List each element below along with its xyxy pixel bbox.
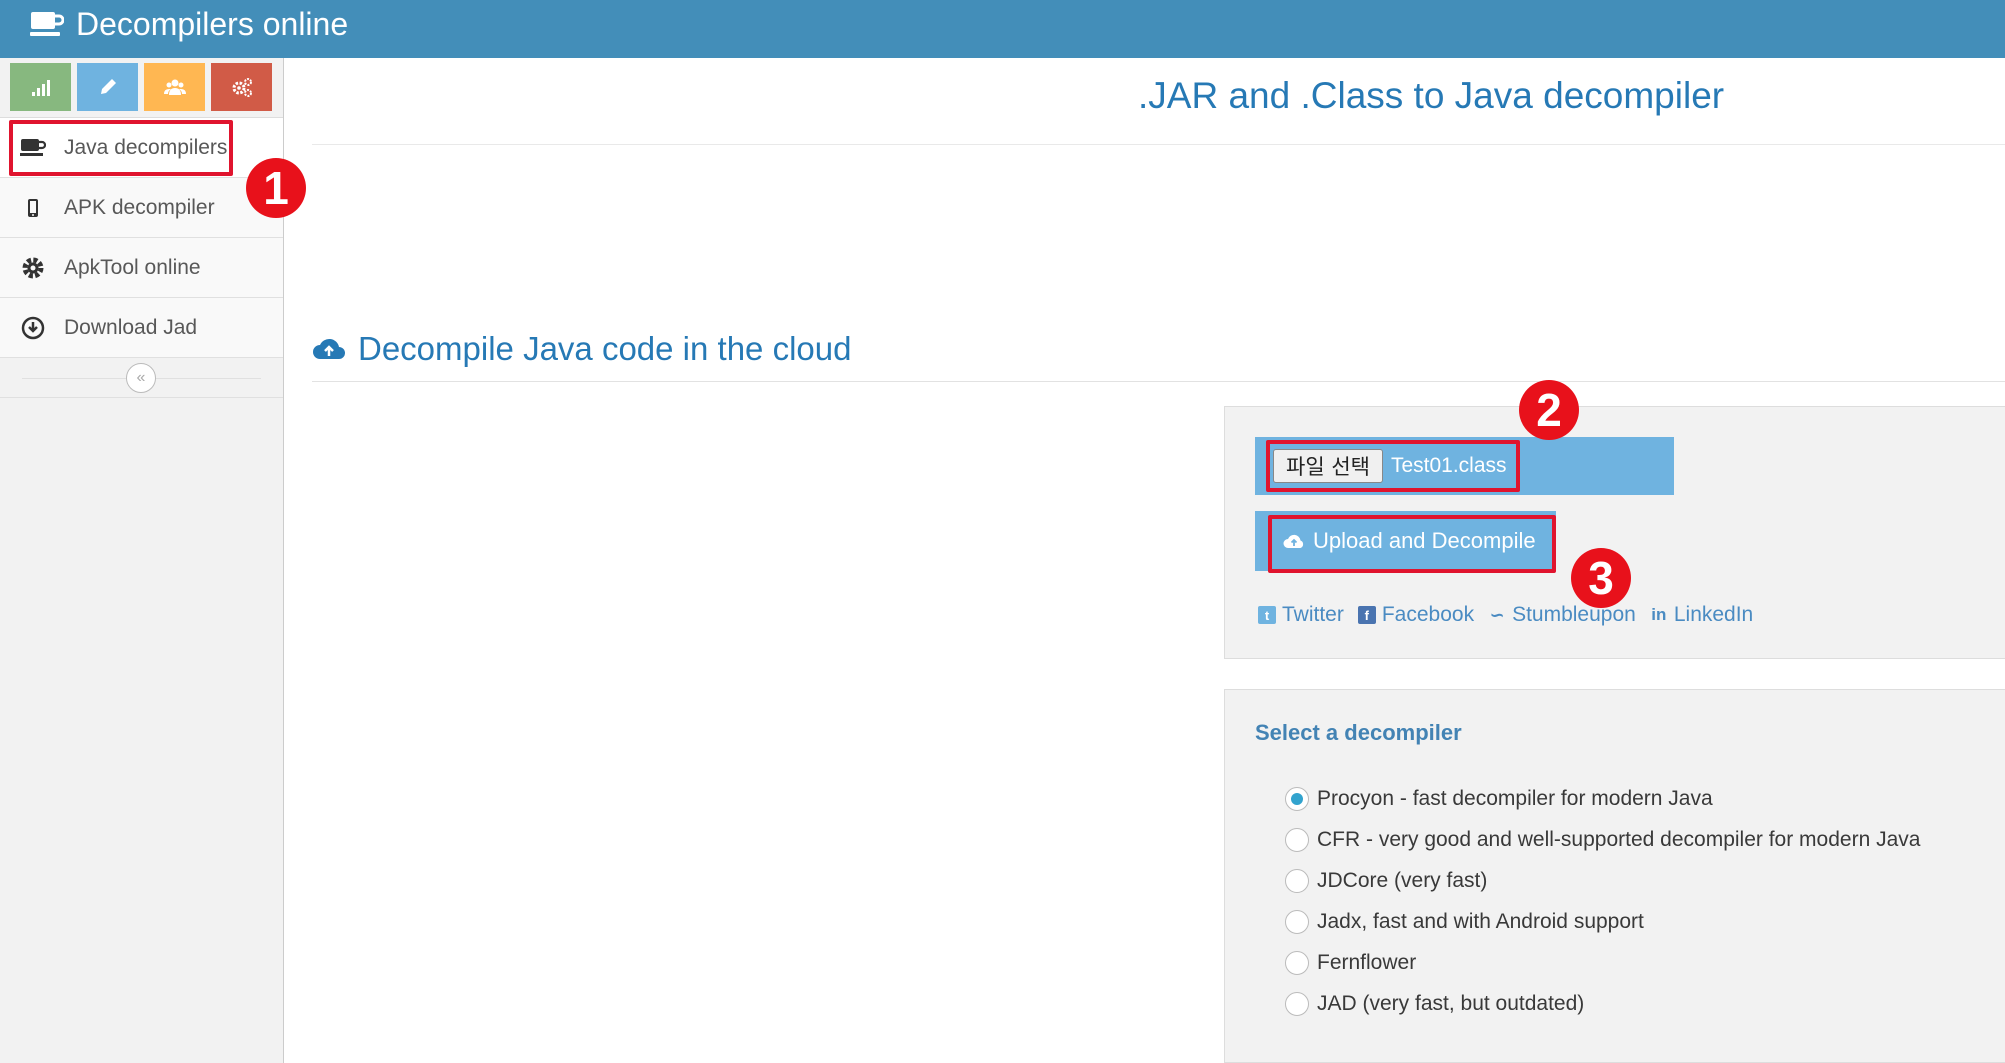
share-label: LinkedIn xyxy=(1673,603,1754,626)
decompiler-option-jdcore[interactable]: JDCore (very fast) xyxy=(1285,860,1920,901)
sidebar-collapse-row: « xyxy=(0,358,283,398)
shortcut-users-button[interactable] xyxy=(144,63,205,111)
option-label: Jadx, fast and with Android support xyxy=(1317,909,1644,933)
decompiler-options: Procyon - fast decompiler for modern Jav… xyxy=(1285,778,1920,1024)
share-linkedin-link[interactable]: in LinkedIn xyxy=(1650,603,1753,627)
stumbleupon-icon: ∽ xyxy=(1489,604,1505,625)
facebook-icon: f xyxy=(1357,606,1376,624)
sidebar-item-apktool-online[interactable]: ApkTool online xyxy=(0,238,283,298)
share-label: Facebook xyxy=(1381,603,1475,626)
annotation-badge-1: 1 xyxy=(246,158,306,218)
annotation-badge-2: 2 xyxy=(1519,380,1579,440)
shortcut-stats-button[interactable] xyxy=(10,63,71,111)
share-links: t Twitter f Facebook ∽ Stumbleupon in Li… xyxy=(1258,603,1753,627)
gear-icon xyxy=(18,255,48,281)
sidebar-item-label: APK decompiler xyxy=(64,195,215,219)
brand-title: Decompilers online xyxy=(76,5,349,42)
option-label: Procyon - fast decompiler for modern Jav… xyxy=(1317,786,1713,810)
twitter-icon: t xyxy=(1258,606,1276,624)
annotation-box-2 xyxy=(1266,440,1520,492)
coffee-cup-icon xyxy=(30,12,64,36)
top-navbar: Decompilers online xyxy=(0,0,2005,58)
sidebar: Java decompilers APK decompiler ApkTool … xyxy=(0,58,284,1063)
radio-button[interactable] xyxy=(1285,786,1309,811)
shortcut-edit-button[interactable] xyxy=(77,63,138,111)
linkedin-icon: in xyxy=(1651,605,1667,624)
pencil-icon xyxy=(100,79,116,94)
share-stumbleupon-link[interactable]: ∽ Stumbleupon xyxy=(1488,603,1636,627)
users-icon xyxy=(163,79,186,95)
annotation-box-1 xyxy=(9,120,233,176)
annotation-badge-3: 3 xyxy=(1571,548,1631,608)
decompiler-option-jadx[interactable]: Jadx, fast and with Android support xyxy=(1285,901,1920,942)
annotation-box-3 xyxy=(1268,515,1556,573)
option-label: CFR - very good and well-supported decom… xyxy=(1317,827,1921,851)
share-twitter-link[interactable]: t Twitter xyxy=(1258,603,1344,627)
option-label: Fernflower xyxy=(1317,950,1417,974)
section-title: Decompile Java code in the cloud xyxy=(312,330,851,368)
sidebar-item-label: Download Jad xyxy=(64,315,198,339)
page-title: .JAR and .Class to Java decompiler xyxy=(1138,75,1725,116)
decompiler-option-procyon[interactable]: Procyon - fast decompiler for modern Jav… xyxy=(1285,778,1920,819)
option-label: JDCore (very fast) xyxy=(1317,868,1488,892)
sidebar-item-label: ApkTool online xyxy=(64,255,201,279)
cloud-upload-icon xyxy=(313,338,345,359)
decompiler-panel-title: Select a decompiler xyxy=(1255,720,1462,745)
radio-button[interactable] xyxy=(1285,827,1309,852)
option-label: JAD (very fast, but outdated) xyxy=(1317,991,1585,1015)
sidebar-item-download-jad[interactable]: Download Jad xyxy=(0,298,283,358)
sidebar-shortcuts xyxy=(0,58,283,118)
radio-button[interactable] xyxy=(1285,868,1309,893)
brand[interactable]: Decompilers online xyxy=(30,2,348,46)
section-title-text: Decompile Java code in the cloud xyxy=(358,330,852,367)
share-facebook-link[interactable]: f Facebook xyxy=(1357,603,1475,627)
decompiler-option-jad[interactable]: JAD (very fast, but outdated) xyxy=(1285,983,1920,1024)
decompiler-option-cfr[interactable]: CFR - very good and well-supported decom… xyxy=(1285,819,1920,860)
sidebar-item-apk-decompiler[interactable]: APK decompiler xyxy=(0,178,283,238)
decompiler-option-fernflower[interactable]: Fernflower xyxy=(1285,942,1920,983)
radio-button[interactable] xyxy=(1285,950,1309,975)
decompiler-panel: Select a decompiler Procyon - fast decom… xyxy=(1224,689,2005,1063)
shortcut-settings-button[interactable] xyxy=(211,63,272,111)
radio-button[interactable] xyxy=(1285,909,1309,934)
signal-icon xyxy=(31,80,50,96)
share-label: Twitter xyxy=(1282,603,1344,626)
divider xyxy=(312,381,2005,382)
share-label: Stumbleupon xyxy=(1512,603,1636,626)
divider xyxy=(312,144,2005,145)
download-circle-icon xyxy=(18,315,48,341)
mobile-phone-icon xyxy=(18,195,48,221)
sidebar-collapse-button[interactable]: « xyxy=(126,363,156,393)
cogs-icon xyxy=(232,78,252,97)
double-chevron-left-icon: « xyxy=(136,369,146,386)
radio-button[interactable] xyxy=(1285,991,1309,1016)
